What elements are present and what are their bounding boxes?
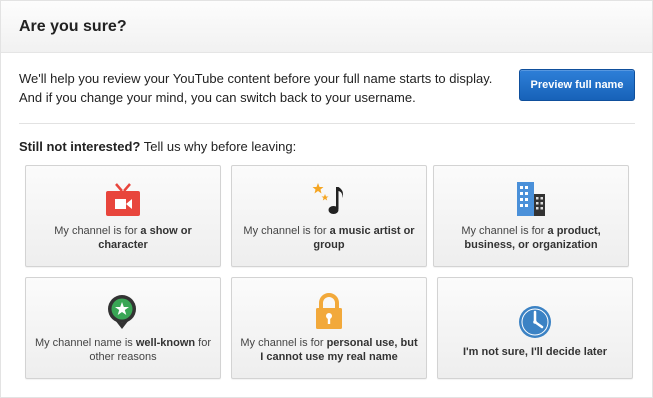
option-label: My channel is for a product, business, o…	[461, 225, 601, 251]
question-bold: Still not interested?	[19, 139, 141, 154]
music-note-icon	[309, 180, 349, 220]
padlock-icon	[309, 292, 349, 332]
option-show-or-character[interactable]: My channel is for a show or character	[25, 165, 221, 267]
clock-icon	[515, 302, 555, 342]
option-not-sure[interactable]: I'm not sure, I'll decide later	[437, 277, 633, 379]
question-text: Still not interested? Tell us why before…	[19, 139, 296, 154]
preview-full-name-button[interactable]: Preview full name	[519, 69, 635, 101]
option-product-business[interactable]: My channel is for a product, business, o…	[433, 165, 629, 267]
option-label: My channel is for personal use, but I ca…	[240, 337, 418, 363]
option-personal-use[interactable]: My channel is for personal use, but I ca…	[231, 277, 427, 379]
intro-line-1: We'll help you review your YouTube conte…	[19, 71, 493, 86]
option-music-artist[interactable]: My channel is for a music artist or grou…	[231, 165, 427, 267]
dialog: Are you sure? We'll help you review your…	[0, 0, 653, 398]
question-rest: Tell us why before leaving:	[140, 139, 297, 154]
option-label: I'm not sure, I'll decide later	[463, 346, 607, 358]
option-label: My channel is for a music artist or grou…	[243, 225, 415, 251]
divider	[19, 123, 635, 124]
star-badge-icon	[103, 292, 143, 332]
intro-text: We'll help you review your YouTube conte…	[19, 69, 509, 107]
option-label: My channel is for a show or character	[54, 225, 192, 251]
dialog-title: Are you sure?	[19, 18, 127, 35]
tv-icon	[103, 180, 143, 220]
intro-line-2: And if you change your mind, you can swi…	[19, 90, 416, 105]
dialog-header: Are you sure?	[1, 1, 652, 53]
buildings-icon	[511, 180, 551, 220]
option-label: My channel name is well-known for other …	[34, 337, 212, 363]
option-well-known-name[interactable]: My channel name is well-known for other …	[25, 277, 221, 379]
